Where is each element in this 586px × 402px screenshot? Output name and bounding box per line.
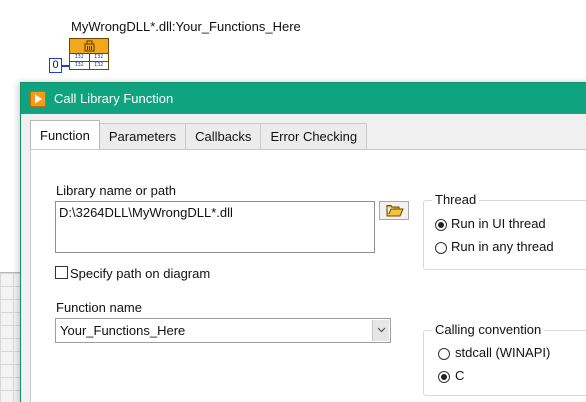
node-terminal-row: I32 I32 — [70, 62, 108, 69]
stdcall-label: stdcall (WINAPI) — [455, 345, 551, 360]
dialog-title: Call Library Function — [54, 91, 174, 106]
tab-strip: Function Parameters Callbacks Error Chec… — [30, 120, 368, 149]
tab-function[interactable]: Function — [30, 120, 100, 149]
combo-dropdown-button[interactable] — [372, 320, 389, 341]
radio-run-in-ui-thread[interactable] — [435, 219, 447, 231]
node-terminal[interactable]: I32 — [90, 54, 109, 61]
call-library-node-header — [70, 39, 108, 54]
dialog-titlebar[interactable]: Call Library Function — [21, 83, 586, 114]
browse-button[interactable] — [379, 201, 409, 220]
function-name-combo[interactable]: Your_Functions_Here — [55, 318, 391, 343]
run-in-ui-thread-label: Run in UI thread — [451, 216, 546, 231]
c-convention-label: C — [455, 368, 465, 383]
numeric-constant[interactable]: 0 — [49, 58, 62, 73]
function-name-label: Function name — [56, 300, 142, 315]
node-caption: MyWrongDLL*.dll:Your_Functions_Here — [71, 19, 301, 34]
node-terminal[interactable]: I32 — [90, 62, 109, 69]
function-name-value: Your_Functions_Here — [60, 323, 186, 338]
library-path-input[interactable]: D:\3264DLL\MyWrongDLL*.dll — [55, 201, 375, 253]
folder-open-icon — [386, 205, 404, 217]
run-in-any-thread-label: Run in any thread — [451, 239, 554, 254]
node-terminal[interactable]: I32 — [70, 62, 90, 69]
labview-app-icon — [30, 90, 46, 107]
chevron-down-icon — [377, 327, 386, 333]
radio-stdcall[interactable] — [438, 348, 450, 360]
labview-screen: MyWrongDLL*.dll:Your_Functions_Here I32 … — [0, 0, 586, 402]
wire[interactable] — [62, 65, 70, 67]
tab-parameters[interactable]: Parameters — [98, 123, 187, 149]
node-terminal[interactable]: I32 — [70, 54, 90, 61]
calling-convention-group: Calling convention — [423, 322, 586, 396]
node-terminal-row: I32 I32 — [70, 54, 108, 62]
library-path-label: Library name or path — [56, 183, 176, 198]
tab-error-checking[interactable]: Error Checking — [260, 123, 368, 149]
radio-run-in-any-thread[interactable] — [435, 242, 447, 254]
block-diagram-grid — [0, 272, 22, 402]
thread-group-title: Thread — [432, 192, 480, 207]
call-library-node[interactable]: I32 I32 I32 I32 — [69, 38, 109, 70]
specify-path-checkbox[interactable] — [55, 266, 68, 279]
specify-path-label: Specify path on diagram — [70, 266, 211, 281]
library-building-icon — [84, 40, 95, 52]
tab-callbacks[interactable]: Callbacks — [185, 123, 262, 149]
radio-c-convention[interactable] — [438, 371, 450, 383]
calling-convention-group-title: Calling convention — [432, 322, 545, 337]
thread-group: Thread — [423, 192, 586, 270]
